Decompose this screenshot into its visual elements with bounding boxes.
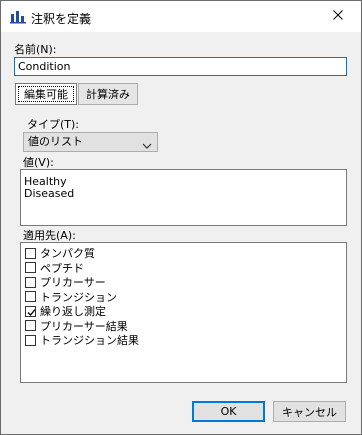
tab-editable[interactable]: 編集可能: [15, 83, 77, 105]
apply-item-precursor[interactable]: プリカーサー: [21, 275, 346, 290]
tab-calculated[interactable]: 計算済み: [78, 83, 138, 105]
type-select[interactable]: 値のリスト: [23, 132, 158, 152]
dialog-title: 注釈を定義: [31, 12, 92, 26]
checkbox[interactable]: [25, 291, 36, 303]
values-label: 値(V):: [23, 156, 54, 169]
type-label: タイプ(T):: [27, 118, 80, 131]
bar-chart-icon: [10, 10, 26, 24]
apply-item-precursor-result[interactable]: プリカーサー結果: [21, 319, 346, 334]
ok-button-label: OK: [220, 405, 237, 418]
value-line: Diseased: [24, 187, 75, 200]
apply-to-list: タンパク質 ペプチド プリカーサー トランジション 繰り返し測定 プリカーサー結…: [20, 242, 347, 383]
close-button[interactable]: [315, 1, 361, 32]
apply-to-label: 適用先(A):: [23, 229, 76, 242]
apply-item-replicate[interactable]: 繰り返し測定: [21, 304, 346, 319]
cancel-button-label: キャンセル: [282, 405, 337, 419]
name-input[interactable]: [14, 57, 347, 76]
apply-item-peptide[interactable]: ペプチド: [21, 261, 346, 276]
apply-item-transition-result[interactable]: トランジション結果: [21, 333, 346, 348]
title-bar: 注釈を定義: [1, 1, 361, 32]
apply-item-transition[interactable]: トランジション: [21, 290, 346, 305]
checkbox-checked[interactable]: [25, 305, 36, 317]
values-textarea[interactable]: Healthy Diseased: [20, 169, 347, 226]
ok-button[interactable]: OK: [192, 401, 265, 422]
checkbox[interactable]: [25, 334, 36, 346]
type-select-value: 値のリスト: [28, 135, 83, 148]
cancel-button[interactable]: キャンセル: [273, 401, 346, 422]
chevron-down-icon: [142, 138, 152, 149]
define-annotation-dialog: 注釈を定義 名前(N): 編集可能 計算済み タイプ(T): 値のリスト 値(V…: [0, 0, 362, 435]
close-icon: [333, 10, 343, 23]
checkmark-icon: [27, 308, 36, 316]
checkbox[interactable]: [25, 262, 36, 274]
tab-editable-label: 編集可能: [24, 88, 68, 101]
checkbox[interactable]: [25, 276, 36, 288]
name-label: 名前(N):: [14, 43, 57, 56]
checkbox[interactable]: [25, 247, 36, 259]
checkbox[interactable]: [25, 320, 36, 332]
apply-item-protein[interactable]: タンパク質: [21, 246, 346, 261]
tab-calculated-label: 計算済み: [86, 88, 130, 101]
